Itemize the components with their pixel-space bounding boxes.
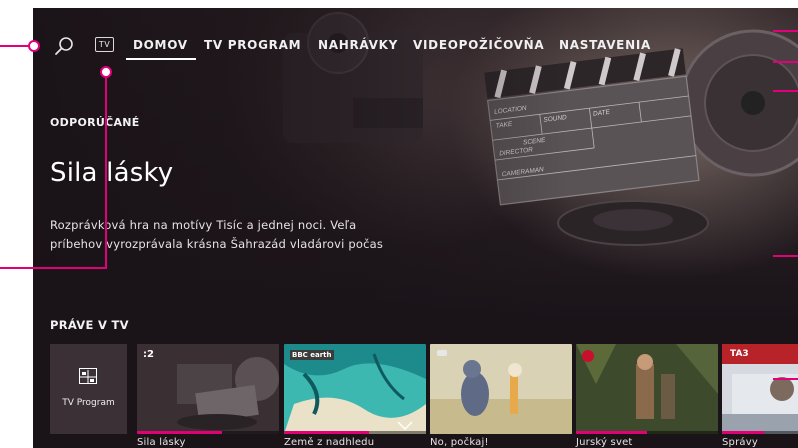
tile-caption: Jurský svet [576,437,633,448]
callout-line [773,90,798,92]
channel-tile[interactable]: TA3 [722,344,798,434]
channel-badge: TA3 [728,349,751,359]
progress-fill [137,431,223,434]
hero-title[interactable]: Sila lásky [50,158,173,188]
now-on-tv-section-label: PRÁVE V TV [50,318,129,332]
channel-logo-icon [437,350,447,356]
app-frame: LOCATION TAKE SOUND DATE SCENE DIRECTOR … [33,8,798,448]
callout-line [0,45,30,47]
nav-item-domov[interactable]: DOMOV [133,38,188,52]
thumbnail-image [430,344,572,434]
tile-caption: Správy [722,437,758,448]
recommended-section-label: ODPORÚČANÉ [50,116,140,129]
callout-dot [28,40,40,52]
tv-icon[interactable]: TV [95,37,114,52]
chevron-down-icon[interactable] [397,416,413,430]
callout-line [773,61,798,63]
channel-logo-icon [582,350,594,362]
callout-line [773,378,798,380]
tile-caption: Sila lásky [137,437,186,448]
nav-item-videopozicovna[interactable]: VIDEOPOŽIČOVŇA [413,38,544,52]
channel-tile[interactable]: BBC earth [284,344,426,434]
hero-description-line-1: Rozprávková hra na motívy Tisíc a jednej… [50,218,357,232]
tile-caption: No, počkaj! [430,437,489,448]
tv-program-grid-icon [79,368,97,384]
callout-dot [100,66,112,78]
hero-description: Rozprávková hra na motívy Tisíc a jednej… [50,216,470,254]
thumbnail-image [137,344,279,434]
tv-home-screen: LOCATION TAKE SOUND DATE SCENE DIRECTOR … [0,0,798,448]
callout-line [105,78,107,269]
search-icon[interactable] [53,36,75,58]
tv-program-tile[interactable]: TV Program [50,344,127,434]
channel-badge: BBC earth [290,350,334,360]
channel-badge: :2 [143,349,154,360]
nav-item-nahravky[interactable]: NAHRÁVKY [318,38,398,52]
tile-caption: Země z nadhledu [284,437,375,448]
hero-description-line-2: príbehov vyrozprávala krásna Šahrazád vl… [50,237,384,251]
channel-tile[interactable]: :2 [137,344,279,434]
channel-tile[interactable] [430,344,572,434]
tv-program-tile-label: TV Program [62,398,115,408]
callout-line [0,267,107,269]
channel-tile[interactable] [576,344,718,434]
callout-line [773,255,798,257]
nav-item-nastavenia[interactable]: NASTAVENIA [559,38,651,52]
progress-fill [722,431,764,434]
active-tab-underline [126,58,196,60]
thumbnail-image [576,344,718,434]
callout-line [773,30,798,32]
progress-fill [576,431,647,434]
top-navigation: TV DOMOV TV PROGRAM NAHRÁVKY VIDEOPOŽIČO… [33,36,798,60]
progress-fill [284,431,370,434]
nav-item-tv-program[interactable]: TV PROGRAM [204,38,301,52]
